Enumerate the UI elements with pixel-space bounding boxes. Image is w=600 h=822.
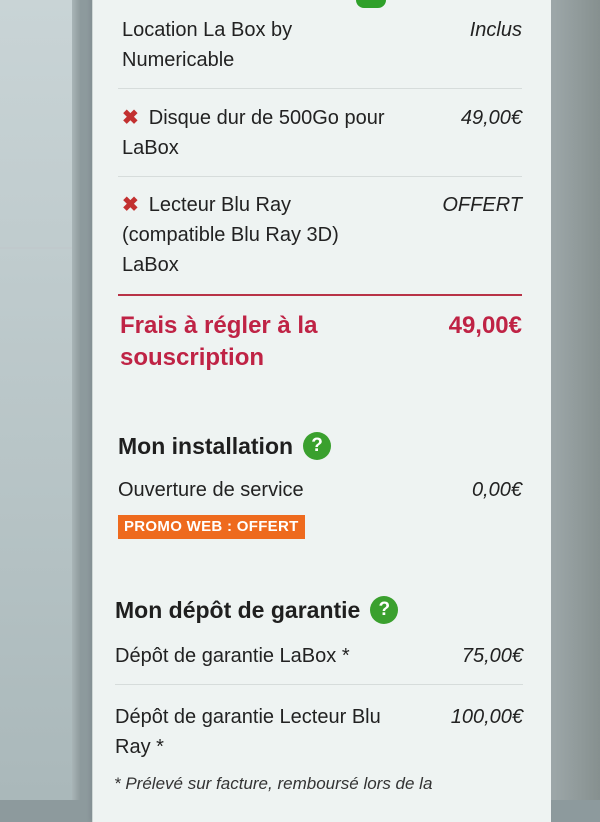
promo-badge: PROMO WEB : OFFERT	[118, 515, 305, 539]
help-icon[interactable]: ?	[303, 431, 332, 460]
close-icon[interactable]: ✖	[122, 107, 139, 129]
deposit-line-price: 75,00€	[461, 645, 523, 667]
order-item-price: 49,00€	[460, 107, 522, 129]
background-edge	[72, 0, 80, 800]
installation-line: Ouverture de service 0,00€	[118, 475, 522, 505]
order-item-label: Disque dur de 500Go pour LaBox	[122, 107, 385, 159]
order-item: ✖ Lecteur Blu Ray (compatible Blu Ray 3D)…	[122, 190, 522, 282]
order-item-label: Lecteur Blu Ray (compatible Blu Ray 3D) …	[122, 194, 339, 276]
installation-line-price: 0,00€	[471, 479, 522, 501]
total-price: 49,00€	[448, 312, 522, 339]
separator	[118, 176, 522, 177]
deposit-line: Dépôt de garantie LaBox * 75,00€	[115, 641, 523, 671]
separator	[118, 88, 522, 89]
installation-section-title: Mon installation?	[118, 431, 332, 462]
deposit-line: Dépôt de garantie Lecteur Blu Ray * 100,…	[115, 702, 523, 764]
total-label: Frais à régler à la souscription	[120, 312, 318, 371]
background-left	[0, 0, 78, 800]
background-divider	[0, 247, 78, 249]
separator	[115, 684, 523, 685]
order-item: ✖ Disque dur de 500Go pour LaBox 49,00€	[122, 103, 522, 165]
total-separator	[118, 294, 522, 296]
order-item-price: Inclus	[469, 19, 522, 41]
help-icon[interactable]: ?	[370, 595, 399, 624]
order-item: Location La Box by Numericable Inclus	[122, 15, 522, 77]
deposit-line-price: 100,00€	[450, 706, 523, 728]
installation-line-label: Ouverture de service	[118, 479, 304, 501]
order-item-label: Location La Box by Numericable	[122, 19, 293, 71]
close-icon[interactable]: ✖	[122, 194, 139, 216]
deposit-section-title: Mon dépôt de garantie?	[115, 595, 399, 626]
deposit-line-label: Dépôt de garantie LaBox *	[115, 645, 350, 667]
order-item-price: OFFERT	[442, 194, 522, 216]
background-right	[548, 0, 600, 800]
deposit-footnote: * Prélevé sur facture, remboursé lors de…	[114, 774, 433, 793]
section-help-icon-partial[interactable]	[356, 0, 386, 8]
deposit-line-label: Dépôt de garantie Lecteur Blu Ray *	[115, 706, 381, 758]
